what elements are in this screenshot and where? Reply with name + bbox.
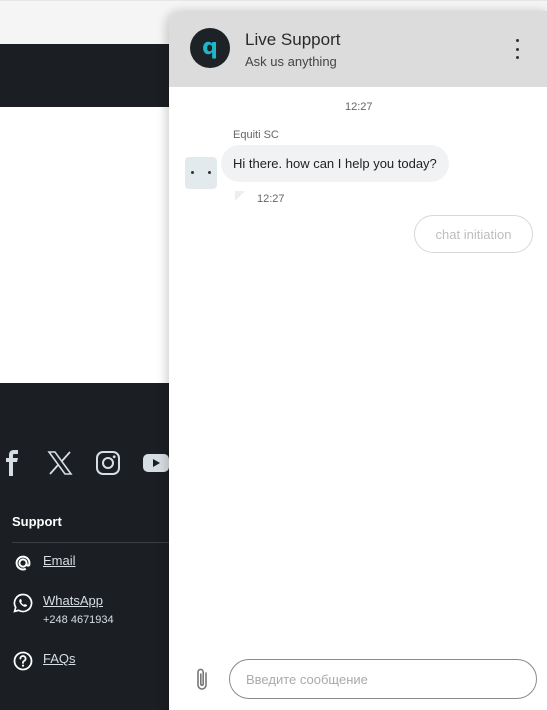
at-icon [12, 552, 34, 574]
chat-initiation-chip[interactable]: chat initiation [414, 215, 533, 253]
whatsapp-number: +248 4671934 [43, 614, 114, 626]
message-bubble-tail [235, 191, 245, 201]
email-link[interactable]: Email [43, 552, 76, 570]
message-sender: Equiti SC [233, 129, 279, 141]
footer-link-email[interactable]: Email [12, 552, 76, 574]
youtube-icon[interactable] [142, 449, 170, 477]
facebook-icon[interactable] [0, 449, 26, 477]
live-support-chat: q Live Support Ask us anything 12:27 Equ… [169, 11, 547, 710]
whatsapp-icon [12, 592, 34, 614]
agent-avatar [185, 157, 217, 189]
message-input[interactable] [229, 659, 537, 699]
chat-title: Live Support [245, 30, 341, 49]
support-heading: Support [12, 514, 62, 529]
kebab-menu-icon[interactable] [509, 39, 525, 59]
footer-link-whatsapp[interactable]: WhatsApp +248 4671934 [12, 592, 114, 626]
chat-header: q Live Support Ask us anything [169, 11, 547, 87]
chat-subtitle: Ask us anything [245, 54, 337, 69]
question-icon [12, 650, 34, 672]
paperclip-icon[interactable] [191, 666, 213, 694]
instagram-icon[interactable] [94, 449, 122, 477]
chat-logo: q [190, 28, 230, 68]
chat-logo-letter: q [202, 35, 218, 60]
support-divider [12, 542, 172, 543]
x-icon[interactable] [46, 449, 74, 477]
whatsapp-link[interactable]: WhatsApp [43, 592, 114, 610]
message-timestamp: 12:27 [257, 193, 285, 205]
message-bubble: Hi there. how can I help you today? [221, 145, 449, 182]
faqs-link[interactable]: FAQs [43, 650, 76, 668]
chat-timestamp: 12:27 [345, 101, 373, 113]
footer-link-faqs[interactable]: FAQs [12, 650, 76, 672]
